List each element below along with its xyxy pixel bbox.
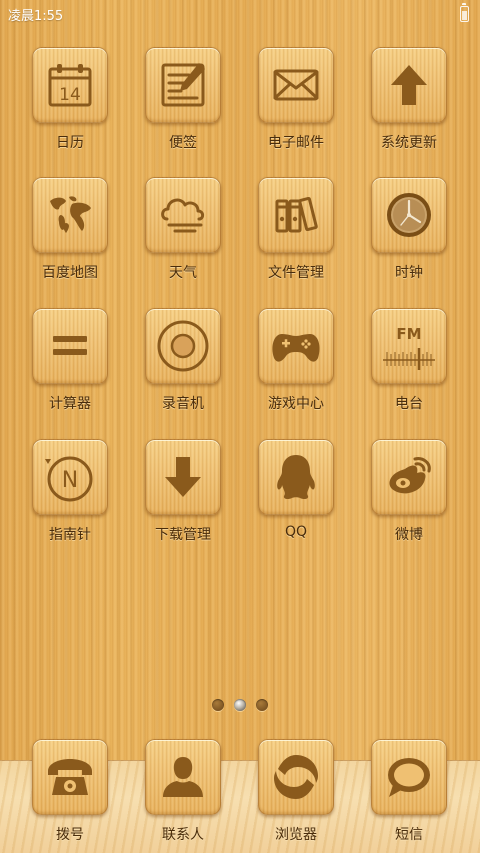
app-tile[interactable] bbox=[32, 308, 108, 384]
contact-person-icon bbox=[163, 757, 203, 797]
down-arrow-icon bbox=[165, 457, 201, 497]
app-tile[interactable]: 14 bbox=[32, 47, 108, 123]
app-label: 天气 bbox=[169, 265, 197, 281]
app-file-manager[interactable]: 文件管理 bbox=[246, 177, 346, 287]
calendar-date: 14 bbox=[59, 85, 81, 105]
equals-icon bbox=[53, 336, 87, 355]
app-clock[interactable]: 时钟 bbox=[359, 177, 459, 287]
up-arrow-icon bbox=[391, 65, 427, 105]
dock-app-browser[interactable]: 浏览器 bbox=[246, 739, 346, 849]
dock-app-contacts[interactable]: 联系人 bbox=[133, 739, 233, 849]
app-weather[interactable]: 天气 bbox=[133, 177, 233, 287]
app-label: 百度地图 bbox=[42, 265, 98, 281]
gamepad-icon bbox=[272, 334, 320, 362]
app-calculator[interactable]: 计算器 bbox=[20, 308, 120, 418]
app-label: 短信 bbox=[395, 827, 423, 843]
app-label: QQ bbox=[284, 524, 308, 540]
app-tile[interactable] bbox=[145, 439, 221, 515]
app-email[interactable]: 电子邮件 bbox=[246, 47, 346, 157]
app-label: 电台 bbox=[395, 396, 423, 412]
app-label: 录音机 bbox=[162, 396, 204, 412]
app-label: 便签 bbox=[169, 135, 197, 151]
app-grid: 14 日历 便签 电子邮件 系统更新 百度地图 天气 文件管理 时钟 计算器 录… bbox=[0, 0, 480, 560]
app-label: 拨号 bbox=[56, 827, 84, 843]
app-label: 文件管理 bbox=[268, 265, 324, 281]
app-label: 浏览器 bbox=[275, 827, 317, 843]
dock-app-phone[interactable]: 拨号 bbox=[20, 739, 120, 849]
app-system-update[interactable]: 系统更新 bbox=[359, 47, 459, 157]
cloud-wind-icon bbox=[161, 198, 205, 233]
app-game-center[interactable]: 游戏中心 bbox=[246, 308, 346, 418]
app-label: 时钟 bbox=[395, 265, 423, 281]
app-label: 微博 bbox=[395, 527, 423, 543]
app-qq[interactable]: QQ bbox=[246, 439, 346, 549]
clock-icon bbox=[387, 193, 431, 237]
page-indicator bbox=[0, 699, 480, 713]
app-radio[interactable]: FM 电台 bbox=[359, 308, 459, 418]
dock-app-messages[interactable]: 短信 bbox=[359, 739, 459, 849]
page-dot-active[interactable] bbox=[234, 699, 246, 711]
app-tile[interactable] bbox=[145, 739, 221, 815]
app-label: 指南针 bbox=[49, 527, 91, 543]
app-label: 电子邮件 bbox=[268, 135, 324, 151]
app-recorder[interactable]: 录音机 bbox=[133, 308, 233, 418]
app-tile[interactable]: FM bbox=[371, 308, 447, 384]
phone-icon bbox=[48, 759, 92, 795]
app-tile[interactable] bbox=[258, 739, 334, 815]
app-tile[interactable] bbox=[32, 739, 108, 815]
app-calendar[interactable]: 14 日历 bbox=[20, 47, 120, 157]
app-label: 下载管理 bbox=[155, 527, 211, 543]
app-compass[interactable]: N 指南针 bbox=[20, 439, 120, 549]
page-dot[interactable] bbox=[212, 699, 224, 711]
app-notes[interactable]: 便签 bbox=[133, 47, 233, 157]
app-tile[interactable] bbox=[371, 177, 447, 253]
app-tile[interactable] bbox=[258, 47, 334, 123]
penguin-icon bbox=[277, 455, 315, 500]
fm-label: FM bbox=[396, 325, 421, 343]
app-weibo[interactable]: 微博 bbox=[359, 439, 459, 549]
compass-n-icon: N bbox=[45, 456, 93, 502]
weibo-icon bbox=[389, 457, 431, 494]
compass-letter: N bbox=[62, 468, 78, 493]
mail-icon bbox=[273, 69, 319, 101]
app-label: 计算器 bbox=[49, 396, 91, 412]
binders-icon bbox=[275, 196, 318, 233]
app-label: 系统更新 bbox=[381, 135, 437, 151]
page-dot[interactable] bbox=[256, 699, 268, 711]
app-tile[interactable] bbox=[145, 177, 221, 253]
app-tile[interactable] bbox=[371, 439, 447, 515]
record-circle-icon bbox=[157, 320, 209, 372]
app-tile[interactable] bbox=[258, 177, 334, 253]
browser-swirl-icon bbox=[274, 755, 318, 799]
app-tile[interactable] bbox=[145, 308, 221, 384]
app-tile[interactable]: N bbox=[32, 439, 108, 515]
fm-radio-icon: FM bbox=[383, 325, 435, 370]
app-tile[interactable] bbox=[258, 308, 334, 384]
world-map-icon bbox=[50, 196, 91, 233]
app-tile[interactable] bbox=[258, 439, 334, 515]
app-download-manager[interactable]: 下载管理 bbox=[133, 439, 233, 549]
app-tile[interactable] bbox=[371, 47, 447, 123]
app-label: 日历 bbox=[56, 135, 84, 151]
app-tile[interactable] bbox=[32, 177, 108, 253]
notepad-icon bbox=[161, 63, 205, 107]
app-label: 游戏中心 bbox=[268, 396, 324, 412]
speech-bubble-icon bbox=[388, 758, 430, 797]
app-label: 联系人 bbox=[162, 827, 204, 843]
app-tile[interactable] bbox=[371, 739, 447, 815]
calendar-icon: 14 bbox=[48, 64, 92, 107]
app-baidu-map[interactable]: 百度地图 bbox=[20, 177, 120, 287]
app-tile[interactable] bbox=[145, 47, 221, 123]
